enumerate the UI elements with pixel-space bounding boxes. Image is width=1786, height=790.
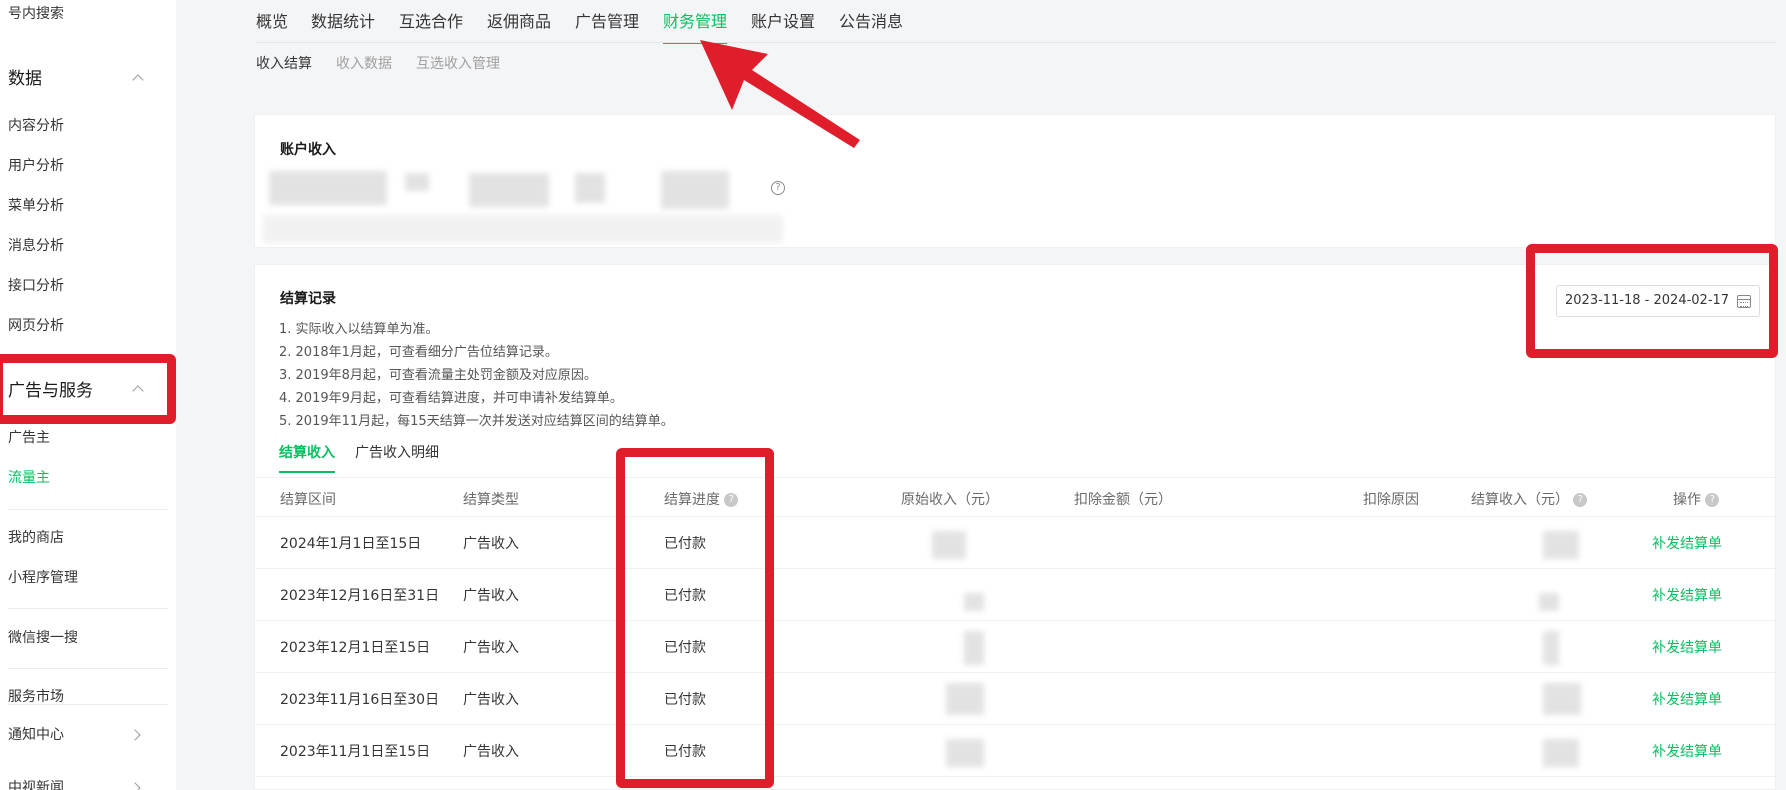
sidebar-item-my-store[interactable]: 我的商店 (8, 528, 64, 548)
redacted-value (469, 173, 549, 207)
sidebar-item-web-analysis[interactable]: 网页分析 (8, 316, 64, 336)
redacted-value (661, 171, 729, 209)
subtab-income-data[interactable]: 收入数据 (336, 54, 392, 74)
tab-announcements[interactable]: 公告消息 (839, 10, 903, 42)
tab-commission-goods[interactable]: 返佣商品 (487, 10, 551, 42)
pointer-arrow-icon (700, 40, 860, 148)
table-row: 2023年12月16日至31日 广告收入 已付款 补发结算单 (256, 569, 1776, 621)
sidebar-item-service-market[interactable]: 服务市场 (8, 687, 64, 703)
cell-type: 广告收入 (463, 588, 519, 604)
redacted-value (946, 739, 984, 767)
cell-type: 广告收入 (463, 536, 519, 552)
cell-period: 2023年12月16日至31日 (280, 588, 440, 604)
sidebar-item-publisher[interactable]: 流量主 (8, 468, 50, 488)
cell-type: 广告收入 (463, 640, 519, 656)
cell-period: 2023年12月1日至15日 (280, 640, 431, 656)
help-icon[interactable]: ? (1705, 493, 1720, 507)
sidebar-item-news[interactable]: 中视新闻 (8, 778, 64, 790)
sidebar-item-content-analysis[interactable]: 内容分析 (8, 116, 64, 136)
sidebar-item-advertiser[interactable]: 广告主 (8, 428, 50, 448)
sidebar-divider (8, 704, 168, 705)
cell-period: 2023年11月1日至15日 (280, 744, 431, 760)
reissue-statement-link[interactable]: 补发结算单 (1652, 585, 1722, 605)
col-deduction: 扣除金额（元） (1074, 492, 1172, 508)
redacted-value (405, 173, 429, 191)
table-header: 结算区间 结算类型 结算进度 ? 原始收入（元） 扣除金额（元） 扣除原因 结算… (256, 477, 1776, 517)
sidebar-item-message-analysis[interactable]: 消息分析 (8, 236, 64, 256)
cell-type: 广告收入 (463, 744, 519, 760)
sidebar-group-data[interactable]: 数据 (8, 67, 42, 91)
chevron-right-icon[interactable] (129, 782, 141, 790)
chevron-up-icon[interactable] (132, 74, 144, 86)
col-deduction-reason: 扣除原因 (1363, 492, 1419, 508)
account-income-card: 账户收入 ? (254, 114, 1776, 248)
reissue-statement-link[interactable]: 补发结算单 (1652, 637, 1722, 657)
note-4: 4. 2019年9月起，可查看结算进度，并可申请补发结算单。 (279, 391, 623, 406)
highlight-box (616, 448, 774, 788)
tab-overview[interactable]: 概览 (256, 10, 288, 42)
tab-data-stats[interactable]: 数据统计 (311, 10, 375, 42)
sidebar-item-api-analysis[interactable]: 接口分析 (8, 276, 64, 296)
redacted-value (946, 683, 984, 715)
reissue-statement-link[interactable]: 补发结算单 (1652, 689, 1722, 709)
tab-settlement-income[interactable]: 结算收入 (279, 442, 335, 473)
note-2: 2. 2018年1月起，可查看细分广告位结算记录。 (279, 345, 558, 360)
table-row: 2023年11月1日至15日 广告收入 已付款 补发结算单 (256, 725, 1776, 777)
sidebar-item-user-analysis[interactable]: 用户分析 (8, 156, 64, 176)
help-icon[interactable]: ? (771, 181, 785, 195)
sidebar-divider (8, 608, 168, 609)
nav-divider (256, 42, 1776, 43)
redacted-value (932, 531, 966, 559)
tab-account-settings[interactable]: 账户设置 (751, 10, 815, 42)
sidebar-item-menu-analysis[interactable]: 菜单分析 (8, 196, 64, 216)
col-type: 结算类型 (463, 492, 519, 508)
table-row: 2023年12月1日至15日 广告收入 已付款 补发结算单 (256, 621, 1776, 673)
cell-period: 2023年11月16日至30日 (280, 692, 440, 708)
table-row: 2023年11月16日至30日 广告收入 已付款 补发结算单 (256, 673, 1776, 725)
sidebar-item-mini-program[interactable]: 小程序管理 (8, 568, 78, 588)
tab-finance[interactable]: 财务管理 (663, 10, 728, 44)
table-row: 2024年1月1日至15日 广告收入 已付款 补发结算单 (256, 517, 1776, 569)
col-period: 结算区间 (280, 492, 336, 508)
highlight-box (1526, 244, 1778, 358)
cell-period: 2024年1月1日至15日 (280, 536, 422, 552)
redacted-value (575, 173, 605, 203)
reissue-statement-link[interactable]: 补发结算单 (1652, 533, 1722, 553)
cell-type: 广告收入 (463, 692, 519, 708)
tab-mutual-cooperation[interactable]: 互选合作 (399, 10, 463, 42)
settlement-notes: 1. 实际收入以结算单为准。 2. 2018年1月起，可查看细分广告位结算记录。… (279, 318, 674, 433)
account-income-title: 账户收入 (280, 142, 336, 158)
redacted-value (263, 215, 783, 243)
sidebar-divider (8, 509, 168, 510)
redacted-value (1539, 593, 1559, 611)
note-5: 5. 2019年11月起，每15天结算一次并发送对应结算区间的结算单。 (279, 414, 674, 429)
col-settled-income-label: 结算收入（元） (1471, 492, 1569, 508)
highlight-box (0, 354, 176, 424)
redacted-value (1543, 631, 1559, 665)
redacted-value (1543, 531, 1579, 559)
note-3: 3. 2019年8月起，可查看流量主处罚金额及对应原因。 (279, 368, 597, 383)
subtab-income-settlement[interactable]: 收入结算 (256, 54, 312, 74)
subtab-mutual-income[interactable]: 互选收入管理 (416, 54, 500, 74)
redacted-value (1543, 683, 1581, 715)
chevron-right-icon[interactable] (129, 729, 141, 741)
tab-ad-management[interactable]: 广告管理 (575, 10, 639, 42)
col-settled-income: 结算收入（元） ? (1471, 489, 1588, 509)
redacted-value (1543, 739, 1579, 767)
settlement-records-title: 结算记录 (280, 291, 336, 307)
col-actions: 操作 ? (1673, 489, 1720, 509)
note-1: 1. 实际收入以结算单为准。 (279, 322, 439, 337)
sidebar-item-notifications[interactable]: 通知中心 (8, 725, 64, 745)
sidebar-item-search[interactable]: 号内搜索 (8, 4, 64, 24)
redacted-value (964, 631, 984, 665)
redacted-value (269, 171, 387, 205)
help-icon[interactable]: ? (1573, 493, 1588, 507)
sidebar-divider (8, 668, 168, 669)
redacted-value (964, 593, 984, 611)
sidebar-item-wechat-search[interactable]: 微信搜一搜 (8, 628, 78, 648)
col-actions-label: 操作 (1673, 492, 1701, 508)
reissue-statement-link[interactable]: 补发结算单 (1652, 741, 1722, 761)
col-original-income: 原始收入（元） (901, 492, 999, 508)
tab-ad-income-detail[interactable]: 广告收入明细 (355, 442, 439, 471)
